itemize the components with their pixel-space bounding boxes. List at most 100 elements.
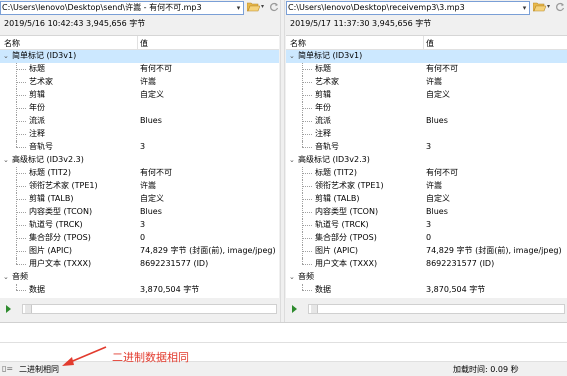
row-name: 剪辑 (TALB) xyxy=(315,194,360,203)
pane-splitter[interactable] xyxy=(280,0,285,322)
left-tag-tree[interactable]: 名称 值 ⌄ 简单标记 (ID3v1) 标题 有何不可 艺术家 许嵩 剪辑 自定义 年… xyxy=(0,35,279,298)
tree-line xyxy=(302,82,312,83)
scroll-thumb[interactable] xyxy=(311,305,318,313)
column-header-value[interactable]: 值 xyxy=(140,38,148,49)
play-icon[interactable] xyxy=(292,305,297,313)
tree-group-audio[interactable]: ⌄ 音频 xyxy=(0,271,279,284)
tree-row[interactable]: 领衔艺术家 (TPE1) 许嵩 xyxy=(0,180,279,193)
tree-row[interactable]: 艺术家 许嵩 xyxy=(286,76,567,89)
right-path-input[interactable]: C:\Users\lenovo\Desktop\receivemp3\3.mp3 xyxy=(286,1,522,15)
tree-row[interactable]: 轨道号 (TRCK) 3 xyxy=(0,219,279,232)
tree-group-audio[interactable]: ⌄ 音频 xyxy=(286,271,567,284)
column-header-value[interactable]: 值 xyxy=(426,38,434,49)
group-label: 音频 xyxy=(298,272,314,281)
tree-group-id3v1[interactable]: ⌄ 简单标记 (ID3v1) xyxy=(286,50,567,63)
tree-group-id3v2[interactable]: ⌄ 高级标记 (ID3v2.3) xyxy=(0,154,279,167)
row-value: Blues xyxy=(140,116,162,125)
tree-row[interactable]: 标题 (TIT2) 有何不可 xyxy=(286,167,567,180)
tree-line xyxy=(302,69,312,70)
tree-row[interactable]: 轨道号 (TRCK) 3 xyxy=(286,219,567,232)
status-result: 二进制相同 xyxy=(19,365,59,374)
tree-row[interactable]: 剪辑 (TALB) 自定义 xyxy=(0,193,279,206)
tree-row[interactable]: 内容类型 (TCON) Blues xyxy=(286,206,567,219)
row-name: 流派 xyxy=(315,116,331,125)
row-name: 艺术家 xyxy=(315,77,339,86)
tree-row[interactable]: 用户文本 (TXXX) 8692231577 (ID) xyxy=(286,258,567,271)
row-name: 图片 (APIC) xyxy=(315,246,359,255)
row-name: 领衔艺术家 (TPE1) xyxy=(29,181,98,190)
tree-group-id3v2[interactable]: ⌄ 高级标记 (ID3v2.3) xyxy=(286,154,567,167)
tree-row[interactable]: 音轨号 3 xyxy=(286,141,567,154)
right-file-info: 2019/5/17 11:37:30 3,945,656 字节 xyxy=(290,19,432,28)
chevron-down-icon[interactable]: ⌄ xyxy=(3,271,9,284)
chevron-down-icon[interactable]: ▾ xyxy=(547,3,550,10)
row-name: 集合部分 (TPOS) xyxy=(29,233,91,242)
tree-row[interactable]: 集合部分 (TPOS) 0 xyxy=(286,232,567,245)
left-horizontal-scrollbar[interactable] xyxy=(0,302,279,314)
row-name: 内容类型 (TCON) xyxy=(29,207,93,216)
chevron-down-icon[interactable]: ⌄ xyxy=(289,50,295,63)
tree-row[interactable]: 内容类型 (TCON) Blues xyxy=(0,206,279,219)
row-name: 领衔艺术家 (TPE1) xyxy=(315,181,384,190)
refresh-icon[interactable] xyxy=(555,2,565,12)
left-path-dropdown-button[interactable]: ▾ xyxy=(234,1,244,15)
tree-row[interactable]: 剪辑 自定义 xyxy=(0,89,279,102)
row-value: 许嵩 xyxy=(140,181,156,190)
chevron-down-icon: ▾ xyxy=(522,4,527,12)
tree-line xyxy=(16,212,26,213)
scroll-thumb[interactable] xyxy=(25,305,32,313)
column-header-name[interactable]: 名称 xyxy=(4,38,20,49)
chevron-down-icon[interactable]: ⌄ xyxy=(289,154,295,167)
annotation-arrow-icon xyxy=(62,346,107,366)
tree-row[interactable]: 年份 xyxy=(0,102,279,115)
folder-open-icon[interactable] xyxy=(247,2,260,12)
chevron-down-icon[interactable]: ▾ xyxy=(261,3,264,10)
tree-row[interactable]: 领衔艺术家 (TPE1) 许嵩 xyxy=(286,180,567,193)
column-divider[interactable] xyxy=(423,36,424,49)
tree-group-id3v1[interactable]: ⌄ 简单标记 (ID3v1) xyxy=(0,50,279,63)
tree-line xyxy=(302,251,312,252)
tree-row[interactable]: 艺术家 许嵩 xyxy=(0,76,279,89)
group-label: 简单标记 (ID3v1) xyxy=(298,51,363,60)
tree-row[interactable]: 集合部分 (TPOS) 0 xyxy=(0,232,279,245)
right-path-dropdown-button[interactable]: ▾ xyxy=(520,1,530,15)
right-tag-tree[interactable]: 名称 值 ⌄ 简单标记 (ID3v1) 标题 有何不可 艺术家 许嵩 剪辑 自定义 年… xyxy=(286,35,567,298)
tree-row[interactable]: 数据 3,870,504 字节 xyxy=(286,284,567,297)
chevron-down-icon[interactable]: ⌄ xyxy=(3,154,9,167)
scroll-track[interactable] xyxy=(308,304,565,314)
scroll-track[interactable] xyxy=(22,304,277,314)
tree-row[interactable]: 标题 (TIT2) 有何不可 xyxy=(0,167,279,180)
tree-row[interactable]: 年份 xyxy=(286,102,567,115)
tree-row[interactable]: 图片 (APIC) 74,829 字节 (封面(前), image/jpeg) xyxy=(286,245,567,258)
tree-row[interactable]: 图片 (APIC) 74,829 字节 (封面(前), image/jpeg) xyxy=(0,245,279,258)
refresh-icon[interactable] xyxy=(269,2,279,12)
tree-row[interactable]: 流派 Blues xyxy=(0,115,279,128)
tree-row[interactable]: 标题 有何不可 xyxy=(286,63,567,76)
tree-line xyxy=(302,264,312,265)
tree-line xyxy=(16,121,26,122)
row-name: 注释 xyxy=(315,129,331,138)
right-horizontal-scrollbar[interactable] xyxy=(286,302,567,314)
tree-row[interactable]: 数据 3,870,504 字节 xyxy=(0,284,279,297)
play-icon[interactable] xyxy=(6,305,11,313)
tree-row[interactable]: 流派 Blues xyxy=(286,115,567,128)
tree-row[interactable]: 注释 xyxy=(286,128,567,141)
row-name: 标题 xyxy=(29,64,45,73)
chevron-down-icon[interactable]: ⌄ xyxy=(289,271,295,284)
row-value: Blues xyxy=(140,207,162,216)
tree-row[interactable]: 标题 有何不可 xyxy=(0,63,279,76)
tree-row[interactable]: 音轨号 3 xyxy=(0,141,279,154)
tree-row[interactable]: 剪辑 (TALB) 自定义 xyxy=(286,193,567,206)
folder-open-icon[interactable] xyxy=(533,2,546,12)
tree-row[interactable]: 用户文本 (TXXX) 8692231577 (ID) xyxy=(0,258,279,271)
left-path-input[interactable]: C:\Users\lenovo\Desktop\send\许嵩 - 有何不可.m… xyxy=(0,1,236,15)
tree-row[interactable]: 注释 xyxy=(0,128,279,141)
row-value: 8692231577 (ID) xyxy=(426,259,495,268)
column-divider[interactable] xyxy=(137,36,138,49)
tree-line xyxy=(16,238,26,239)
chevron-down-icon[interactable]: ⌄ xyxy=(3,50,9,63)
tree-line xyxy=(16,251,26,252)
tree-row[interactable]: 剪辑 自定义 xyxy=(286,89,567,102)
column-header-name[interactable]: 名称 xyxy=(290,38,306,49)
row-name: 音轨号 xyxy=(315,142,339,151)
